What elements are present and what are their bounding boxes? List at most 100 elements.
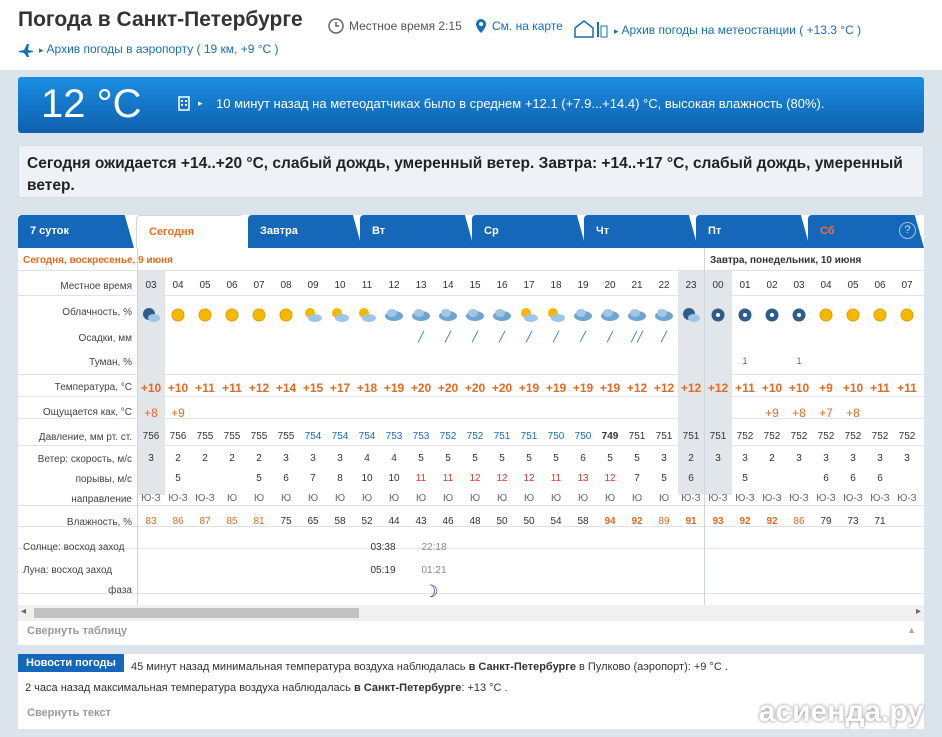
- collapse-up-icon[interactable]: ▲: [907, 625, 916, 635]
- gusts-cell: 12: [604, 473, 616, 484]
- hours-cell: 11: [361, 280, 373, 291]
- label-feels: Ощущается как, °С: [42, 407, 132, 418]
- moon-phase-icon: ☽: [423, 582, 439, 601]
- wind-cell: 5: [418, 453, 424, 464]
- gusts-cell: 12: [496, 473, 508, 484]
- sun-icon: [252, 308, 266, 322]
- dirs-cell: Ю-З: [870, 493, 890, 504]
- scrollbar-thumb[interactable]: [34, 608, 359, 618]
- forecast-summary: Сегодня ожидается +14..+20 °С, слабый до…: [18, 145, 924, 198]
- hours-cell: 19: [577, 280, 589, 291]
- hours-cell: 20: [604, 280, 616, 291]
- archive-airport-link[interactable]: ▸ Архив погоды в аэропорту ( 19 км, +9 °С…: [18, 42, 279, 57]
- dirs-cell: Ю: [226, 493, 238, 504]
- dirs-cell: Ю-З: [816, 493, 836, 504]
- wind-cell: 2: [256, 453, 262, 464]
- collapse-text-link[interactable]: Свернуть текст: [27, 707, 111, 719]
- dirs-cell: Ю-З: [195, 493, 215, 504]
- hours-cell: 07: [253, 280, 265, 291]
- pressure-cell: 755: [223, 431, 241, 442]
- collapse-table-link[interactable]: Свернуть таблицу: [27, 625, 127, 637]
- tab-4[interactable]: Ср: [472, 215, 586, 248]
- pressure-cell: 752: [763, 431, 781, 442]
- wind-cell: 2: [229, 453, 235, 464]
- tab-5[interactable]: Чт: [584, 215, 698, 248]
- pressure-cell: 755: [196, 431, 214, 442]
- wind-cell: 3: [310, 453, 316, 464]
- gusts-cell: 6: [850, 473, 856, 484]
- tab-0[interactable]: 7 суток: [18, 215, 134, 248]
- temps-cell: +11: [870, 381, 890, 395]
- sun-icon: [873, 308, 887, 322]
- wind-cell: 5: [445, 453, 451, 464]
- hours-cell: 16: [496, 280, 508, 291]
- gusts-cell: 11: [442, 473, 454, 484]
- pressure-cell: 754: [331, 431, 349, 442]
- header: Погода в Санкт-Петербурге Местное время …: [0, 0, 942, 70]
- dirs-cell: Ю: [388, 493, 400, 504]
- clock-icon: [328, 18, 344, 34]
- wind-cell: 5: [634, 453, 640, 464]
- humidity-cell: 65: [307, 516, 319, 527]
- pressure-cell: 751: [682, 431, 700, 442]
- pressure-cell: 749: [601, 431, 619, 442]
- rain-icon: ╱: [606, 332, 614, 343]
- pressure-cell: 751: [628, 431, 646, 442]
- temps-cell: +19: [383, 381, 405, 395]
- dirs-cell: Ю: [253, 493, 265, 504]
- temps-cell: +10: [788, 381, 810, 395]
- temps-cell: +12: [680, 381, 702, 395]
- night-icon: [792, 308, 806, 322]
- wind-cell: 6: [580, 453, 586, 464]
- gusts-cell: 11: [550, 473, 562, 484]
- gusts-cell: 5: [742, 473, 748, 484]
- tab-6[interactable]: Пт: [696, 215, 810, 248]
- humidity-cell: 83: [145, 516, 157, 527]
- news-button[interactable]: Новости погоды: [18, 654, 124, 672]
- hours-cell: 15: [469, 280, 481, 291]
- gusts-cell: 6: [877, 473, 883, 484]
- pressure-cell: 752: [466, 431, 484, 442]
- wind-cell: 3: [742, 453, 748, 464]
- tab-1[interactable]: Сегодня: [136, 215, 250, 248]
- scroll-left-icon[interactable]: ◂: [21, 606, 26, 617]
- tab-2[interactable]: Завтра: [248, 215, 362, 248]
- temps-cell: +11: [222, 381, 242, 395]
- humidity-cell: 94: [604, 516, 616, 527]
- local-time: Местное время 2:15: [328, 18, 462, 34]
- night-icon: [711, 308, 725, 322]
- dirs-cell: Ю-З: [168, 493, 188, 504]
- row-divider: [18, 374, 924, 375]
- map-link[interactable]: См. на карте: [475, 18, 563, 34]
- tab-3[interactable]: Вт: [360, 215, 474, 248]
- gusts-cell: 7: [634, 473, 640, 484]
- temps-cell: +12: [626, 381, 648, 395]
- dirs-cell: Ю-З: [708, 493, 728, 504]
- humidity-cell: 86: [793, 516, 805, 527]
- pressure-cell: 750: [547, 431, 565, 442]
- help-icon[interactable]: ?: [899, 222, 916, 239]
- fog-cell: 1: [742, 356, 748, 366]
- wind-cell: 2: [688, 453, 694, 464]
- label-sun: Солнце: восход заход: [23, 542, 125, 553]
- dirs-cell: Ю: [523, 493, 535, 504]
- current-weather-bar: 12 °С ▸ 10 минут назад на метеодатчиках …: [18, 77, 924, 133]
- sun-icon: [225, 308, 239, 322]
- hours-cell: 23: [685, 280, 697, 291]
- station-icon: [574, 20, 608, 38]
- feels-cell: +8: [846, 406, 860, 420]
- row-divider: [18, 396, 924, 397]
- feels-cell: +9: [171, 406, 185, 420]
- pressure-cell: 751: [655, 431, 673, 442]
- label-phase: фаза: [108, 585, 132, 596]
- temps-cell: +10: [140, 381, 162, 395]
- horizontal-scrollbar[interactable]: ◂ ▸: [18, 605, 924, 621]
- archive-station-link[interactable]: ▸ Архив погоды на метеостанции ( +13.3 °С…: [573, 18, 861, 38]
- scroll-right-icon[interactable]: ▸: [916, 606, 921, 617]
- gusts-cell: 5: [175, 473, 181, 484]
- humidity-cell: 93: [712, 516, 724, 527]
- hours-cell: 09: [307, 280, 319, 291]
- row-divider: [18, 445, 924, 446]
- pressure-cell: 753: [412, 431, 430, 442]
- rain-icon: ╱: [552, 332, 560, 343]
